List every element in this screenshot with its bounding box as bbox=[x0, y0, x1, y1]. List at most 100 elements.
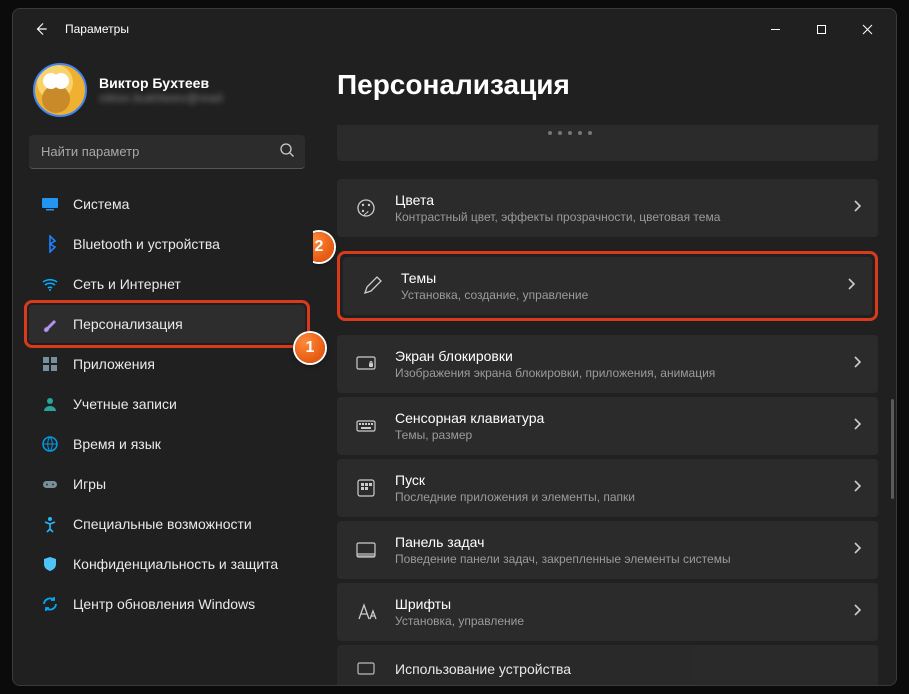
sidebar-item-apps[interactable]: Приложения bbox=[29, 345, 305, 383]
sidebar-item-accounts[interactable]: Учетные записи bbox=[29, 385, 305, 423]
sidebar-item-bluetooth[interactable]: Bluetooth и устройства bbox=[29, 225, 305, 263]
shield-icon bbox=[41, 555, 59, 573]
palette-icon bbox=[355, 197, 377, 219]
sidebar-item-privacy[interactable]: Конфиденциальность и защита bbox=[29, 545, 305, 583]
globe-icon bbox=[41, 435, 59, 453]
callout-badge-1: 1 bbox=[295, 333, 325, 363]
lock-screen-icon bbox=[355, 353, 377, 375]
avatar bbox=[33, 63, 87, 117]
sidebar-item-label: Конфиденциальность и защита bbox=[73, 556, 278, 572]
search-input[interactable] bbox=[29, 135, 305, 169]
profile-email: viktor.bukhteev@mail bbox=[99, 91, 223, 105]
taskbar-icon bbox=[355, 539, 377, 561]
sidebar-item-label: Специальные возможности bbox=[73, 516, 252, 532]
scrollbar[interactable] bbox=[891, 399, 894, 499]
keyboard-icon bbox=[355, 415, 377, 437]
card-title: Цвета bbox=[395, 192, 834, 208]
usage-icon bbox=[355, 658, 377, 680]
callout-badge-2: 2 bbox=[313, 232, 334, 262]
system-icon bbox=[41, 195, 59, 213]
apps-icon bbox=[41, 355, 59, 373]
card-title: Пуск bbox=[395, 472, 834, 488]
highlight-2: 2 Темы Установка, создание, управление bbox=[337, 251, 878, 321]
profile-name: Виктор Бухтеев bbox=[99, 75, 223, 91]
card-subtitle: Поведение панели задач, закрепленные эле… bbox=[395, 552, 834, 566]
arrow-left-icon bbox=[34, 22, 48, 36]
sidebar-item-label: Учетные записи bbox=[73, 396, 177, 412]
sidebar-item-network[interactable]: Сеть и Интернет bbox=[29, 265, 305, 303]
profile-block[interactable]: Виктор Бухтеев viktor.bukhteev@mail bbox=[29, 57, 305, 131]
sidebar-item-accessibility[interactable]: Специальные возможности bbox=[29, 505, 305, 543]
sidebar: Виктор Бухтеев viktor.bukhteev@mail Сист… bbox=[13, 49, 313, 685]
sidebar-item-gaming[interactable]: Игры bbox=[29, 465, 305, 503]
sidebar-item-label: Система bbox=[73, 196, 129, 212]
back-button[interactable] bbox=[27, 15, 55, 43]
sidebar-item-label: Персонализация bbox=[73, 316, 183, 332]
chevron-right-icon bbox=[852, 479, 862, 498]
sidebar-item-personalization[interactable]: Персонализация bbox=[29, 305, 305, 343]
content-area: Персонализация Цвета Контрастный цвет, э… bbox=[313, 49, 896, 685]
search-box bbox=[29, 135, 305, 169]
settings-card-colors[interactable]: Цвета Контрастный цвет, эффекты прозрачн… bbox=[337, 179, 878, 237]
settings-card-touch-keyboard[interactable]: Сенсорная клавиатура Темы, размер bbox=[337, 397, 878, 455]
accessibility-icon bbox=[41, 515, 59, 533]
window-controls bbox=[752, 13, 890, 45]
settings-card-device-usage[interactable]: Использование устройства bbox=[337, 645, 878, 685]
close-icon bbox=[862, 24, 873, 35]
bluetooth-icon bbox=[41, 235, 59, 253]
card-subtitle: Темы, размер bbox=[395, 428, 834, 442]
maximize-button[interactable] bbox=[798, 13, 844, 45]
chevron-right-icon bbox=[852, 355, 862, 374]
page-title: Персонализация bbox=[337, 69, 878, 101]
search-icon bbox=[279, 142, 295, 163]
card-title: Темы bbox=[401, 270, 828, 286]
settings-card-fonts[interactable]: Шрифты Установка, управление bbox=[337, 583, 878, 641]
chevron-right-icon bbox=[852, 541, 862, 560]
settings-list: Цвета Контрастный цвет, эффекты прозрачн… bbox=[337, 125, 878, 685]
sidebar-item-label: Bluetooth и устройства bbox=[73, 236, 220, 252]
sidebar-item-label: Приложения bbox=[73, 356, 155, 372]
titlebar: Параметры bbox=[13, 9, 896, 49]
gamepad-icon bbox=[41, 475, 59, 493]
font-icon bbox=[355, 601, 377, 623]
settings-card-lockscreen[interactable]: Экран блокировки Изображения экрана блок… bbox=[337, 335, 878, 393]
window-title: Параметры bbox=[65, 22, 129, 36]
sidebar-item-time[interactable]: Время и язык bbox=[29, 425, 305, 463]
settings-window: Параметры Виктор Бухтеев viktor.bukhteev… bbox=[12, 8, 897, 686]
sidebar-item-label: Игры bbox=[73, 476, 106, 492]
sidebar-item-update[interactable]: Центр обновления Windows bbox=[29, 585, 305, 623]
card-title: Шрифты bbox=[395, 596, 834, 612]
maximize-icon bbox=[816, 24, 827, 35]
settings-card-start[interactable]: Пуск Последние приложения и элементы, па… bbox=[337, 459, 878, 517]
card-title: Использование устройства bbox=[395, 661, 862, 677]
card-subtitle: Установка, управление bbox=[395, 614, 834, 628]
sidebar-item-label: Сеть и Интернет bbox=[73, 276, 181, 292]
update-icon bbox=[41, 595, 59, 613]
highlight-1: Персонализация 1 bbox=[24, 300, 310, 348]
chevron-right-icon bbox=[846, 277, 856, 296]
brush-icon bbox=[41, 315, 59, 333]
person-icon bbox=[41, 395, 59, 413]
chevron-right-icon bbox=[852, 417, 862, 436]
close-button[interactable] bbox=[844, 13, 890, 45]
start-icon bbox=[355, 477, 377, 499]
card-subtitle: Контрастный цвет, эффекты прозрачности, … bbox=[395, 210, 834, 224]
card-subtitle: Изображения экрана блокировки, приложени… bbox=[395, 366, 834, 380]
sidebar-item-label: Время и язык bbox=[73, 436, 161, 452]
wifi-icon bbox=[41, 275, 59, 293]
sidebar-item-system[interactable]: Система bbox=[29, 185, 305, 223]
settings-card-taskbar[interactable]: Панель задач Поведение панели задач, зак… bbox=[337, 521, 878, 579]
chevron-right-icon bbox=[852, 199, 862, 218]
card-subtitle: Последние приложения и элементы, папки bbox=[395, 490, 834, 504]
nav: Система Bluetooth и устройства Сеть и Ин… bbox=[29, 185, 305, 623]
settings-card-themes[interactable]: Темы Установка, создание, управление bbox=[343, 257, 872, 315]
card-title: Панель задач bbox=[395, 534, 834, 550]
chevron-right-icon bbox=[852, 603, 862, 622]
minimize-button[interactable] bbox=[752, 13, 798, 45]
card-title: Экран блокировки bbox=[395, 348, 834, 364]
card-subtitle: Установка, создание, управление bbox=[401, 288, 828, 302]
card-title: Сенсорная клавиатура bbox=[395, 410, 834, 426]
settings-card-partial[interactable] bbox=[337, 125, 878, 161]
minimize-icon bbox=[770, 24, 781, 35]
sidebar-item-label: Центр обновления Windows bbox=[73, 596, 255, 612]
